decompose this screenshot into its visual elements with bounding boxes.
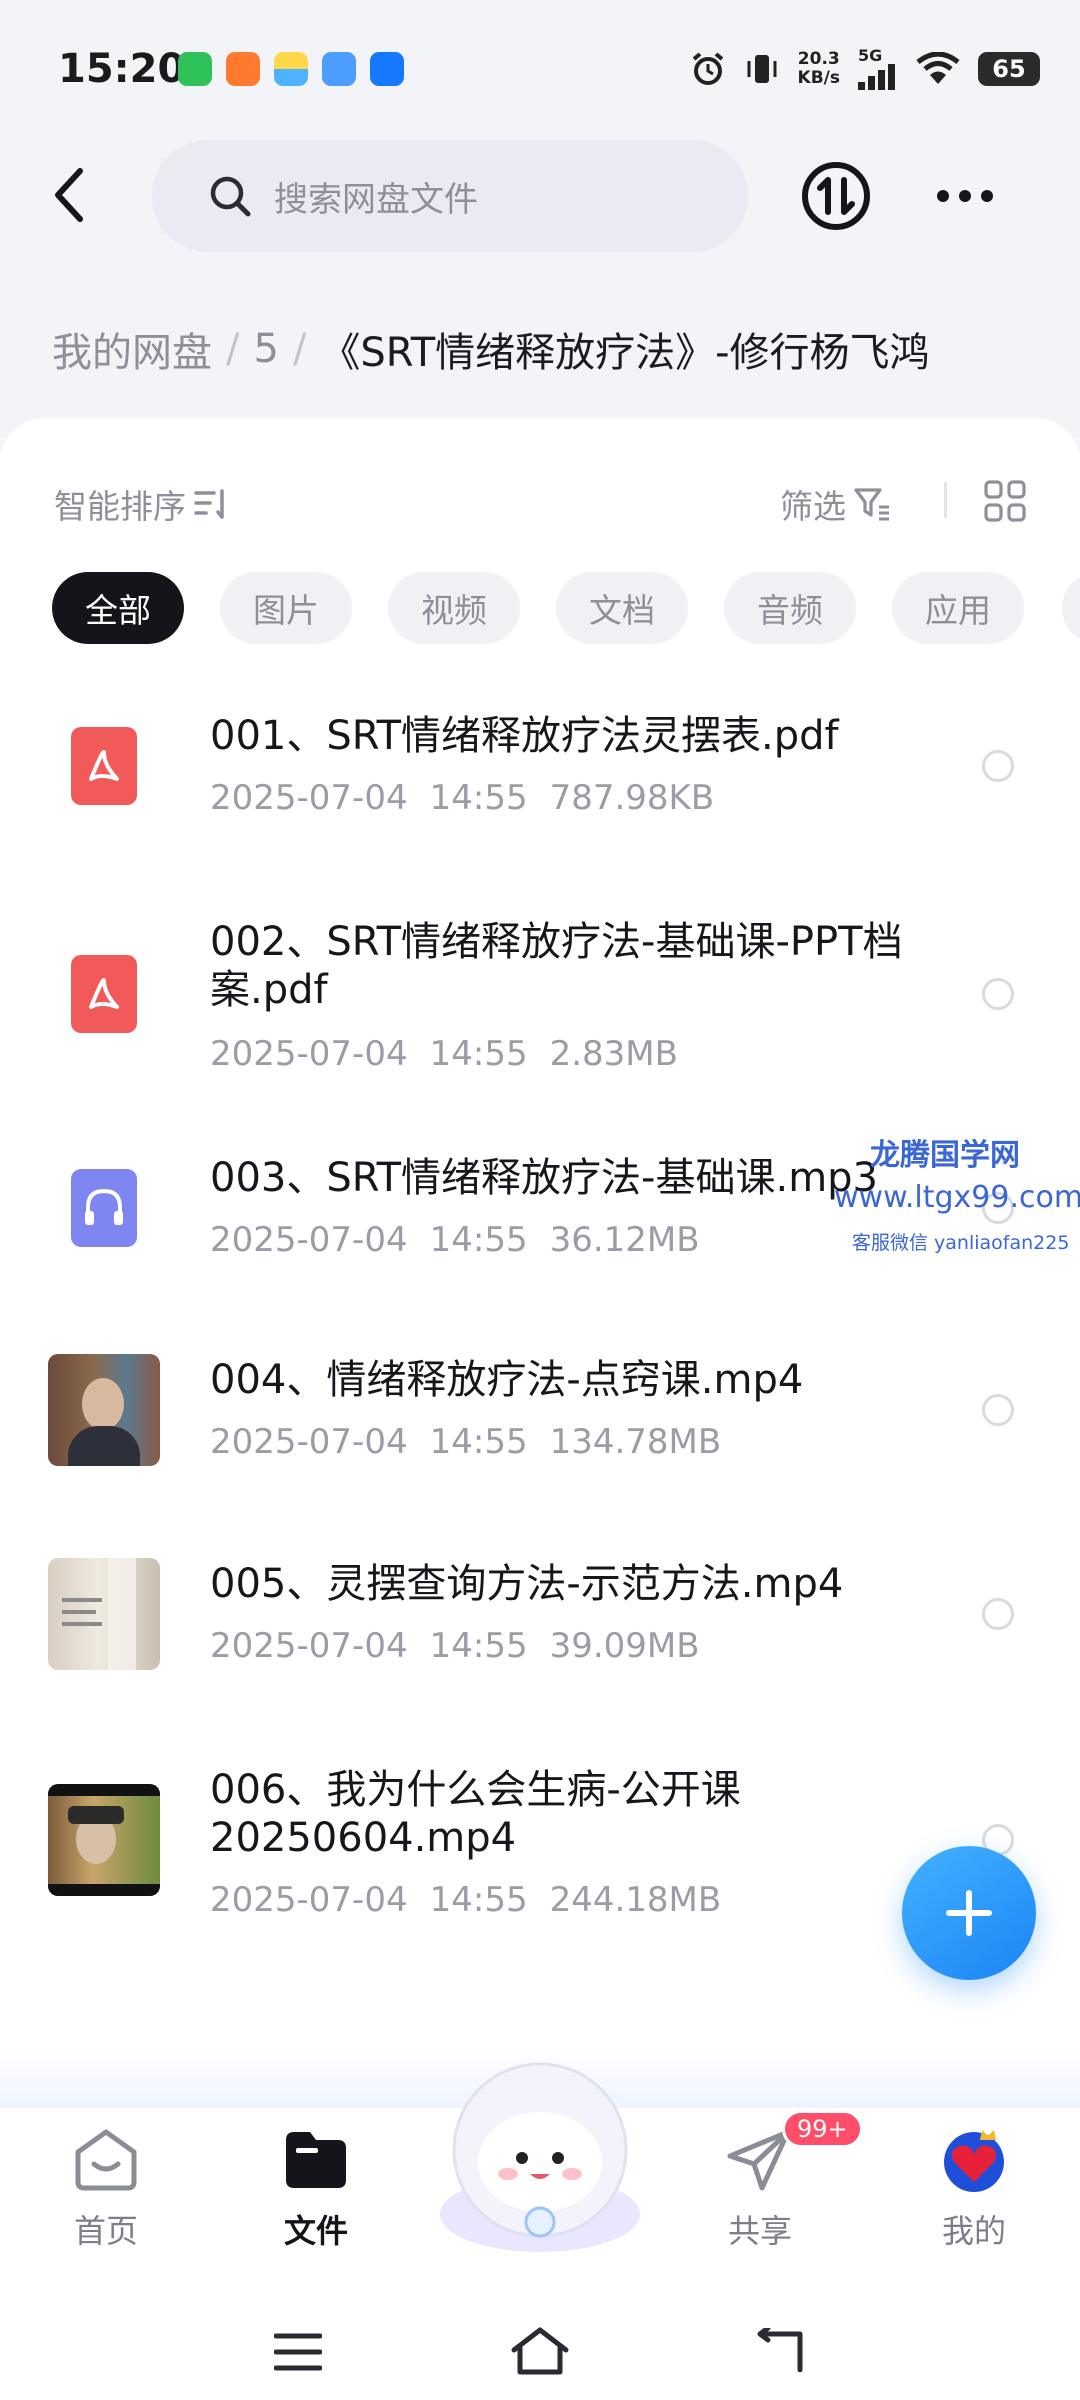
select-checkbox[interactable] bbox=[982, 1394, 1014, 1426]
add-button[interactable] bbox=[902, 1846, 1036, 1980]
filter-button[interactable]: 筛选 bbox=[780, 480, 892, 528]
video-thumbnail bbox=[48, 1784, 160, 1896]
pdf-icon bbox=[48, 938, 160, 1050]
watermark-title: 龙腾国学网 bbox=[870, 1138, 1020, 1173]
chip-documents[interactable]: 文档 bbox=[556, 572, 688, 644]
file-meta: 2025-07-04 14:55 36.12MB bbox=[210, 1220, 700, 1260]
list-item[interactable]: 002、SRT情绪释放疗法-基础课-PPT档案.pdf 2025-07-04 14… bbox=[0, 900, 1080, 1100]
divider bbox=[944, 482, 947, 518]
breadcrumb-separator: / bbox=[226, 326, 240, 372]
watermark-url: www.ltgx99.com bbox=[834, 1180, 1080, 1215]
pdf-icon bbox=[48, 710, 160, 822]
list-item[interactable]: 001、SRT情绪释放疗法灵摆表.pdf 2025-07-04 14:55 787.… bbox=[0, 690, 1080, 860]
folder-icon bbox=[286, 2132, 346, 2188]
nav-me[interactable]: 我的 bbox=[904, 2126, 1044, 2252]
video-thumbnail bbox=[48, 1558, 160, 1670]
file-meta: 2025-07-04 14:55 134.78MB bbox=[210, 1422, 722, 1462]
grid-view-icon[interactable] bbox=[984, 480, 1026, 522]
chip-images[interactable]: 图片 bbox=[220, 572, 352, 644]
chip-all[interactable]: 全部 bbox=[52, 572, 184, 644]
filter-label: 筛选 bbox=[780, 487, 846, 526]
file-name: 004、情绪释放疗法-点窍课.mp4 bbox=[210, 1357, 804, 1403]
sort-button[interactable]: 智能排序 bbox=[54, 480, 228, 528]
app-icon bbox=[274, 52, 308, 86]
home-button-icon[interactable] bbox=[510, 2326, 570, 2376]
nav-me-label: 我的 bbox=[941, 2212, 1006, 2250]
sort-label: 智能排序 bbox=[54, 487, 186, 526]
breadcrumb-level1[interactable]: 5 bbox=[253, 326, 278, 372]
battery-indicator: 65 bbox=[978, 52, 1040, 86]
cloud-icon bbox=[322, 52, 356, 86]
audio-icon bbox=[48, 1152, 160, 1264]
search-icon bbox=[210, 176, 251, 217]
breadcrumb: 我的网盘 / 5 / 《SRT情绪释放疗法》-修行杨飞鸿 bbox=[52, 320, 930, 378]
file-name: 006、我为什么会生病-公开课20250604.mp4 bbox=[210, 1767, 741, 1861]
vibrate-icon bbox=[747, 55, 777, 83]
transfer-list-icon[interactable] bbox=[800, 160, 872, 232]
nav-home-label: 首页 bbox=[73, 2212, 138, 2250]
file-name: 005、灵摆查询方法-示范方法.mp4 bbox=[210, 1561, 844, 1607]
signal-icon bbox=[858, 64, 895, 90]
category-chips: 全部 图片 视频 文档 音频 应用 bbox=[52, 572, 1024, 644]
video-thumbnail bbox=[48, 1354, 160, 1466]
list-item[interactable]: 005、灵摆查询方法-示范方法.mp4 2025-07-04 14:55 39.09… bbox=[0, 1544, 1080, 1704]
avatar bbox=[944, 2130, 1004, 2192]
wifi-icon bbox=[916, 52, 960, 84]
nav-home[interactable]: 首页 bbox=[36, 2126, 176, 2252]
back-button[interactable] bbox=[40, 160, 100, 230]
list-item[interactable]: 004、情绪释放疗法-点窍课.mp4 2025-07-04 14:55 134.78… bbox=[0, 1340, 1080, 1500]
watermark-contact: 客服微信 yanliaofan225 bbox=[852, 1232, 1070, 1254]
file-meta: 2025-07-04 14:55 39.09MB bbox=[210, 1626, 700, 1666]
home-icon bbox=[75, 2129, 137, 2191]
select-checkbox[interactable] bbox=[982, 1598, 1014, 1630]
plus-icon bbox=[946, 1890, 992, 1936]
filter-icon bbox=[854, 488, 889, 521]
select-checkbox[interactable] bbox=[982, 750, 1014, 782]
chip-audio[interactable]: 音频 bbox=[724, 572, 856, 644]
alipay-icon bbox=[370, 52, 404, 86]
select-checkbox[interactable] bbox=[982, 978, 1014, 1010]
chip-apps[interactable]: 应用 bbox=[892, 572, 1024, 644]
chevron-left-icon bbox=[55, 168, 83, 222]
nav-share-label: 共享 bbox=[727, 2212, 792, 2250]
search-input[interactable]: 搜索网盘文件 bbox=[152, 140, 748, 252]
assistant-mascot-icon[interactable] bbox=[430, 2054, 650, 2264]
chip-videos[interactable]: 视频 bbox=[388, 572, 520, 644]
file-name: 003、SRT情绪释放疗法-基础课.mp3 bbox=[210, 1155, 879, 1201]
search-placeholder: 搜索网盘文件 bbox=[274, 179, 478, 220]
file-name: 002、SRT情绪释放疗法-基础课-PPT档案.pdf bbox=[210, 919, 903, 1013]
share-badge: 99+ bbox=[782, 2110, 863, 2148]
status-right: 20.3 KB/s 5G 65 bbox=[690, 48, 1040, 90]
menu-icon[interactable] bbox=[274, 2332, 322, 2372]
notification-icons bbox=[178, 52, 404, 86]
back-gesture-icon[interactable] bbox=[754, 2328, 804, 2372]
app-icon bbox=[226, 52, 260, 86]
breadcrumb-separator: / bbox=[292, 326, 307, 372]
alarm-icon bbox=[692, 52, 723, 85]
more-options-icon[interactable] bbox=[930, 176, 1000, 216]
file-meta: 2025-07-04 14:55 244.18MB bbox=[210, 1880, 722, 1920]
net-speed: 20.3 KB/s bbox=[797, 49, 840, 88]
wechat-icon bbox=[178, 52, 212, 86]
nav-files[interactable]: 文件 bbox=[246, 2126, 386, 2252]
breadcrumb-root[interactable]: 我的网盘 bbox=[52, 320, 212, 378]
network-type: 5G bbox=[858, 46, 883, 65]
file-meta: 2025-07-04 14:55 2.83MB bbox=[210, 1034, 678, 1074]
file-name: 001、SRT情绪释放疗法灵摆表.pdf bbox=[210, 713, 839, 759]
status-bar: 15:20 20.3 KB/s 5G 65 bbox=[0, 0, 1080, 140]
file-meta: 2025-07-04 14:55 787.98KB bbox=[210, 778, 715, 818]
system-navigation-bar bbox=[0, 2296, 1080, 2400]
nav-files-label: 文件 bbox=[283, 2212, 348, 2250]
breadcrumb-current: 《SRT情绪释放疗法》-修行杨飞鸿 bbox=[320, 330, 930, 376]
status-time: 15:20 bbox=[58, 46, 186, 92]
sort-icon bbox=[194, 489, 224, 519]
